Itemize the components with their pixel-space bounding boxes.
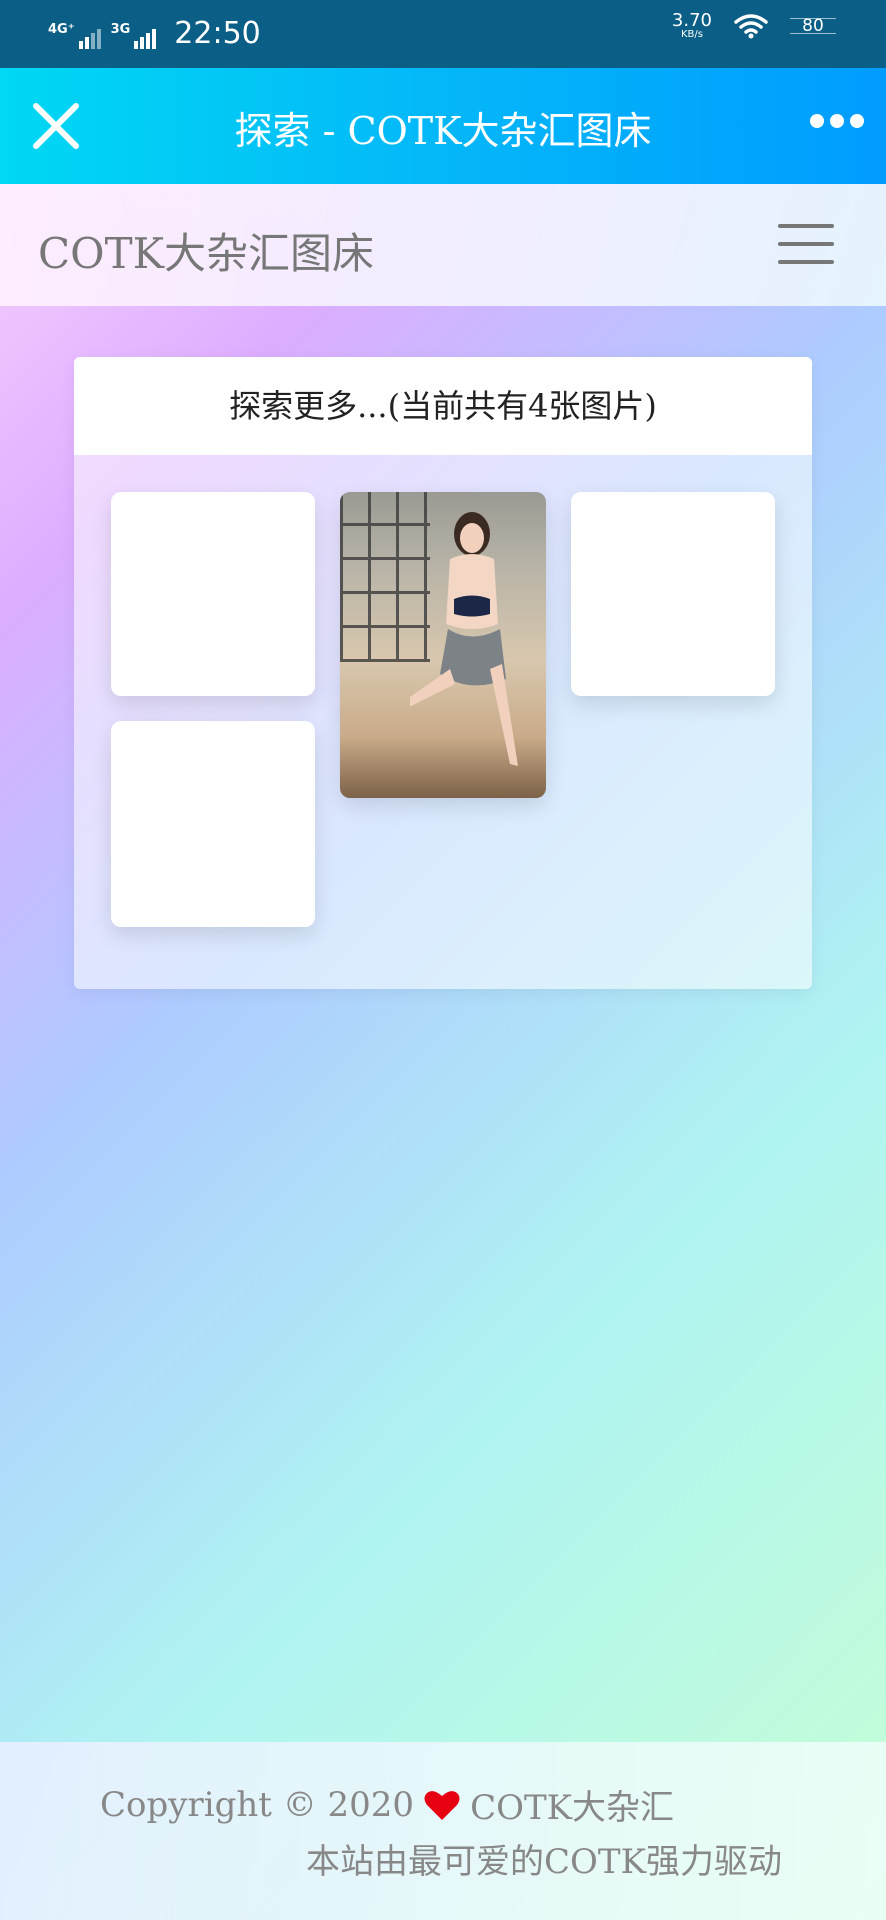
heart-icon: [424, 1790, 460, 1820]
clock: 22:50: [174, 16, 261, 51]
more-options-button[interactable]: [810, 114, 864, 128]
more-dot-icon: [850, 114, 864, 128]
network-type-2: 3G: [110, 21, 131, 37]
title-bar: 探索 - COTK大杂汇图床: [0, 68, 886, 184]
copyright-brand: COTK大杂汇: [470, 1788, 675, 1828]
image-thumbnail-4[interactable]: [111, 721, 315, 927]
network-speed: 3.70 KB/s: [672, 12, 712, 40]
speed-value: 3.70: [671, 10, 712, 31]
image-thumbnail-3[interactable]: [571, 492, 775, 696]
menu-line: [778, 242, 834, 246]
more-dot-icon: [810, 114, 824, 128]
network-type-1: 4G⁺: [48, 21, 75, 37]
image-thumbnail-1[interactable]: [111, 492, 315, 696]
wifi-icon: [734, 14, 768, 39]
battery-indicator: 80: [790, 14, 836, 38]
site-header: COTK大杂汇图床: [0, 184, 886, 306]
site-brand[interactable]: COTK大杂汇图床: [38, 220, 374, 281]
photo-subject: [410, 512, 518, 766]
menu-button[interactable]: [778, 224, 834, 264]
powered-by: 本站由最可爱的COTK强力驱动: [306, 1842, 782, 1882]
more-dot-icon: [830, 114, 844, 128]
explore-header: 探索更多...(当前共有4张图片): [74, 357, 812, 455]
page-title: 探索 - COTK大杂汇图床: [234, 109, 652, 153]
status-bar: 4G⁺ 3G 22:50 3.70 KB/s 80: [0, 0, 886, 68]
menu-line: [778, 260, 834, 264]
signal-icon-2: 3G: [111, 19, 157, 49]
copyright-line: Copyright © 2020 COTK大杂汇: [100, 1780, 674, 1829]
menu-line: [778, 224, 834, 228]
footer: Copyright © 2020 COTK大杂汇 本站由最可爱的COTK强力驱动: [0, 1742, 886, 1920]
explore-card: 探索更多...(当前共有4张图片): [74, 357, 812, 989]
speed-unit: KB/s: [680, 29, 703, 40]
copyright-text: Copyright © 2020: [100, 1784, 415, 1825]
image-thumbnail-2[interactable]: [340, 492, 546, 798]
signal-icon-1: 4G⁺: [48, 19, 101, 49]
